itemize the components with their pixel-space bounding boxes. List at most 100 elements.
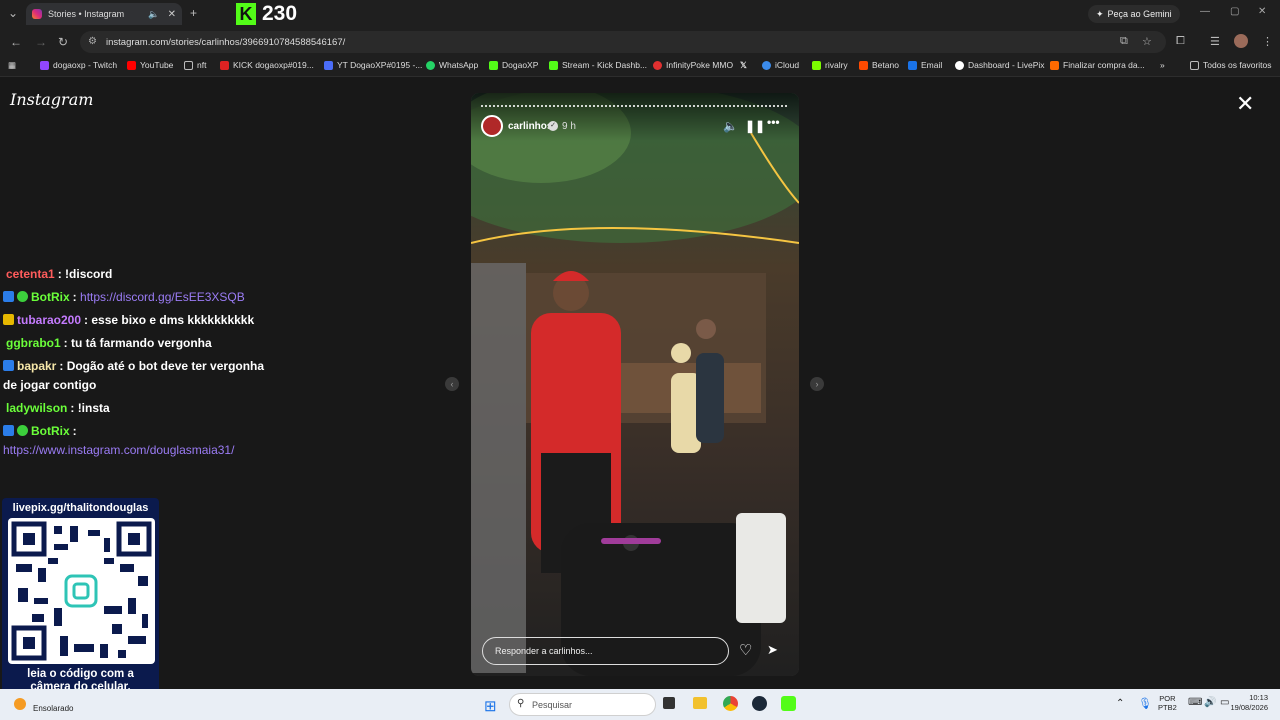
story-author-avatar[interactable] — [481, 115, 503, 137]
rivalry-icon — [812, 60, 821, 70]
browser-address-bar: ← → ↻ ⚙ instagram.com/stories/carlinhos/… — [0, 28, 1280, 56]
kick-app-icon[interactable] — [781, 696, 796, 711]
reload-icon[interactable]: ↻ — [58, 35, 68, 49]
bookmark-star-icon[interactable]: ☆ — [1142, 35, 1152, 48]
bookmark-item[interactable]: Finalizar compra da... — [1050, 60, 1145, 70]
folder-icon — [1190, 60, 1199, 70]
tab-audio-icon[interactable]: 🔈 — [148, 9, 159, 20]
gemini-sparkle-icon: ✦ — [1096, 8, 1104, 19]
bookmark-item[interactable]: KICK dogaoxp#019... — [220, 60, 314, 70]
gemini-button[interactable]: ✦ Peça ao Gemini — [1088, 5, 1180, 23]
mute-speaker-icon[interactable]: 🔈 — [723, 119, 738, 133]
bookmark-x[interactable]: 𝕏 — [740, 60, 747, 71]
bookmark-item[interactable]: Stream - Kick Dashb... — [549, 60, 647, 70]
instagram-favicon-icon — [32, 9, 42, 19]
browser-title-bar: ⌄ Stories • Instagram 🔈 ✕ + K 230 ✦ Peça… — [0, 0, 1280, 28]
story-video-frame — [471, 93, 799, 676]
volume-icon[interactable]: 🔊 — [1204, 697, 1216, 708]
weather-label[interactable]: Ensolarado — [33, 704, 73, 713]
story-header-gradient — [471, 93, 799, 141]
verified-badge-icon — [17, 425, 28, 436]
bookmark-item[interactable]: Email — [908, 60, 942, 70]
pause-icon[interactable]: ❚❚ — [745, 119, 765, 133]
forward-arrow-icon[interactable]: → — [35, 35, 47, 49]
close-story-icon[interactable]: ✕ — [1236, 93, 1254, 115]
browser-menu-icon[interactable]: ⋮ — [1262, 35, 1273, 48]
shop-icon — [1050, 60, 1059, 70]
profile-avatar[interactable] — [1234, 34, 1248, 48]
chat-link[interactable]: https://www.instagram.com/douglasmaia31/ — [3, 443, 234, 457]
more-options-icon[interactable]: ••• — [767, 115, 780, 129]
bookmark-item[interactable]: rivalry — [812, 60, 848, 70]
bookmarks-bar: ▦ dogaoxp - Twitch YouTube nft KICK doga… — [0, 56, 1280, 77]
steam-icon[interactable] — [752, 696, 767, 711]
qr-title: livepix.gg/thalitondouglas — [12, 502, 149, 514]
bookmark-item[interactable]: WhatsApp — [426, 60, 478, 70]
bookmark-item[interactable]: Dashboard - LivePix — [955, 60, 1045, 70]
twitch-icon — [40, 60, 49, 70]
tab-title: Stories • Instagram — [48, 9, 125, 19]
kick-icon — [220, 60, 229, 70]
kick-logo-icon: K — [236, 3, 256, 25]
apps-grid-icon[interactable]: ▦ — [8, 60, 16, 71]
clock[interactable]: 10:13 19/08/2026 — [1228, 693, 1268, 713]
bot-badge-icon — [3, 360, 14, 371]
kick-overlay: K 230 — [236, 2, 297, 26]
chat-message-continued: de jogar contigo — [3, 378, 97, 392]
site-info-icon[interactable]: ⚙ — [88, 36, 97, 47]
windows-taskbar: Ensolarado ⊞ ⚲ Pesquisar ⌃ 🎙 POR PTB2 ⌨ … — [0, 689, 1280, 720]
send-share-icon[interactable]: ➤ — [767, 642, 778, 658]
bookmark-item[interactable]: Betano — [859, 60, 899, 70]
url-field[interactable]: ⚙ instagram.com/stories/carlinhos/396691… — [80, 31, 1166, 53]
windows-start-icon[interactable]: ⊞ — [484, 697, 497, 715]
chrome-icon[interactable] — [723, 696, 738, 711]
next-story-chevron-icon[interactable]: › — [810, 377, 824, 391]
chat-message: BotRix: https://discord.gg/EsEE3XSQB — [3, 290, 245, 304]
bookmark-item[interactable]: YouTube — [127, 60, 173, 70]
tab-close-icon[interactable]: ✕ — [168, 9, 176, 20]
window-close-button[interactable]: ✕ — [1258, 6, 1266, 17]
bookmark-folder[interactable]: nft — [184, 60, 206, 70]
tab-list-chevron-icon[interactable]: ⌄ — [8, 6, 18, 20]
gemini-label: Peça ao Gemini — [1107, 9, 1172, 19]
kick-icon — [549, 60, 558, 70]
chat-link[interactable]: https://discord.gg/EsEE3XSQB — [80, 290, 245, 304]
bookmark-item[interactable]: InfinityPoke MMO — [653, 60, 733, 70]
story-viewer[interactable]: carlinhos ✓ 9 h 🔈 ❚❚ ••• Responder a car… — [471, 93, 799, 676]
language-indicator[interactable]: POR PTB2 — [1158, 694, 1177, 712]
like-heart-icon[interactable]: ♡ — [739, 641, 752, 659]
hidden-icons-chevron-icon[interactable]: ⌃ — [1116, 698, 1124, 709]
chat-message: ggbrabo1: tu tá farmando vergonha — [6, 336, 212, 350]
extensions-icon[interactable]: ⧠ — [1176, 35, 1185, 48]
story-author-username[interactable]: carlinhos — [508, 121, 552, 132]
all-bookmarks-folder[interactable]: Todos os favoritos — [1190, 60, 1272, 70]
minimize-button[interactable]: — — [1200, 6, 1210, 17]
weather-sun-icon[interactable] — [14, 698, 26, 710]
bookmark-item[interactable]: YT DogaoXP#0195 -... — [324, 60, 422, 70]
story-time: 9 h — [562, 121, 576, 132]
browser-tab-instagram[interactable]: Stories • Instagram 🔈 ✕ — [26, 3, 182, 25]
maximize-button[interactable]: ▢ — [1230, 6, 1239, 17]
url-text: instagram.com/stories/carlinhos/39669107… — [106, 36, 346, 48]
reading-list-icon[interactable]: ☰ — [1210, 35, 1220, 48]
taskbar-search-field[interactable]: ⚲ Pesquisar — [509, 693, 656, 716]
more-bookmarks-chevron-icon[interactable]: » — [1160, 60, 1165, 70]
bookmark-item[interactable]: DogaoXP — [489, 60, 538, 70]
reply-input[interactable]: Responder a carlinhos... — [482, 637, 729, 665]
bot-badge-icon — [3, 291, 14, 302]
folder-icon — [184, 60, 193, 70]
install-app-icon[interactable]: ⧉ — [1120, 35, 1128, 48]
microphone-icon[interactable]: 🎙 — [1138, 697, 1152, 710]
qr-code-image — [8, 518, 155, 664]
previous-story-chevron-icon[interactable]: ‹ — [445, 377, 459, 391]
icloud-icon — [762, 60, 771, 70]
new-tab-button[interactable]: + — [190, 6, 197, 20]
bookmark-item[interactable]: dogaoxp - Twitch — [40, 60, 117, 70]
task-view-icon[interactable] — [663, 697, 675, 709]
back-arrow-icon[interactable]: ← — [10, 35, 22, 49]
file-explorer-icon[interactable] — [693, 697, 707, 709]
network-icon[interactable]: ⌨ — [1188, 697, 1202, 708]
kick-icon — [489, 60, 498, 70]
bookmark-item[interactable]: iCloud — [762, 60, 799, 70]
instagram-logo[interactable]: Instagram — [10, 90, 93, 109]
